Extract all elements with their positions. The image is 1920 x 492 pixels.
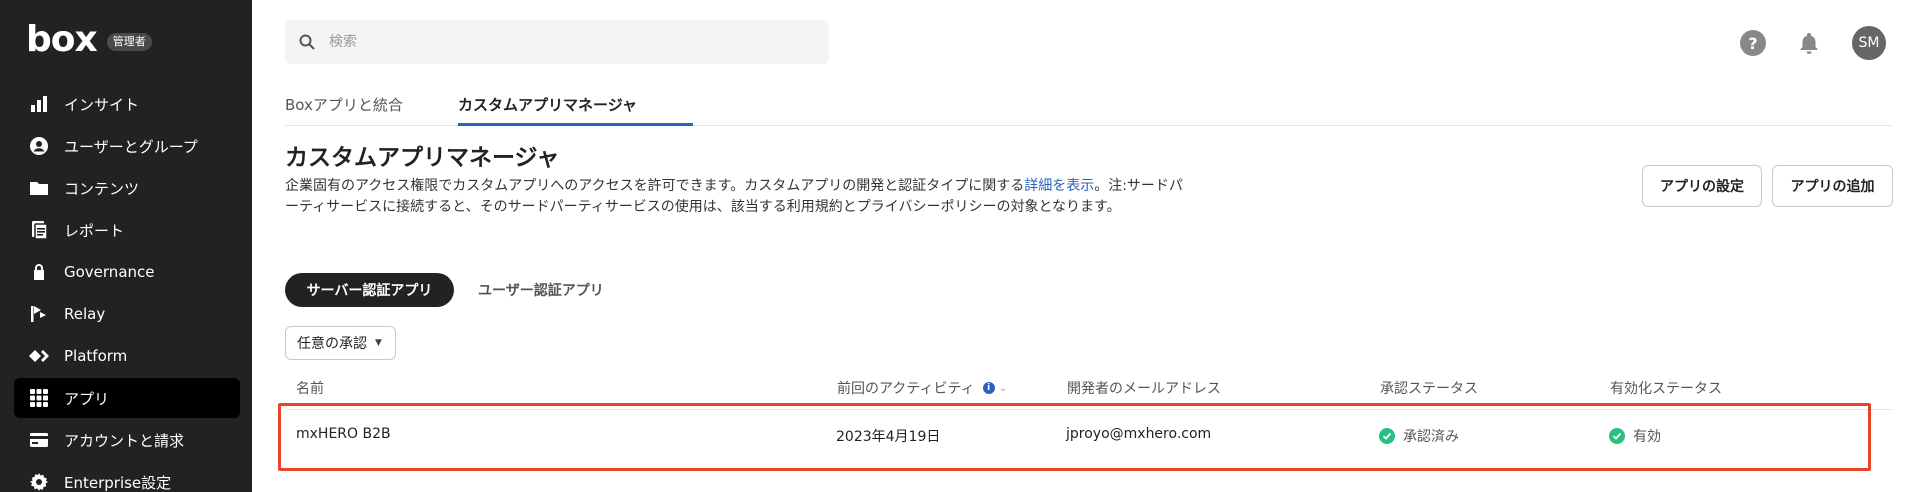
gear-icon xyxy=(28,471,50,492)
column-label: 承認ステータス xyxy=(1380,381,1478,397)
sidebar-item-label: アカウントと請求 xyxy=(64,431,185,450)
approval-dropdown[interactable]: 任意の承認 ▼ xyxy=(285,326,396,360)
apps-grid-icon xyxy=(28,387,50,409)
insights-icon xyxy=(28,93,50,115)
sidebar-item-insights[interactable]: インサイト xyxy=(14,84,240,124)
sidebar-item-label: アプリ xyxy=(64,389,110,408)
sidebar-item-label: レポート xyxy=(64,221,125,240)
sort-chevron-icon[interactable]: ⌄ xyxy=(999,383,1007,394)
credit-card-icon xyxy=(28,429,50,451)
column-label: 名前 xyxy=(296,381,324,397)
lock-icon xyxy=(28,261,50,283)
add-app-button[interactable]: アプリの追加 xyxy=(1772,165,1893,207)
description-text: 企業固有のアクセス権限でカスタムアプリへのアクセスを許可できます。カスタムアプリ… xyxy=(285,178,1025,194)
help-icon[interactable]: ? xyxy=(1740,30,1766,56)
box-logo[interactable]: box xyxy=(26,22,98,58)
sidebar-item-label: Platform xyxy=(64,347,128,365)
sidebar-item-label: Enterprise設定 xyxy=(64,473,172,492)
sidebar-item-apps[interactable]: アプリ xyxy=(14,378,240,418)
app-settings-button[interactable]: アプリの設定 xyxy=(1642,165,1762,207)
active-tab-indicator xyxy=(458,123,693,126)
avatar[interactable]: SM xyxy=(1852,26,1886,60)
approval-dropdown-label: 任意の承認 xyxy=(297,336,367,352)
sidebar-item-content[interactable]: コンテンツ xyxy=(14,168,240,208)
logo-row: box 管理者 xyxy=(26,22,152,58)
server-auth-apps-filter[interactable]: サーバー認証アプリ xyxy=(285,273,454,307)
sidebar-item-label: コンテンツ xyxy=(64,179,140,198)
column-label: 有効化ステータス xyxy=(1610,381,1722,397)
sidebar-item-reports[interactable]: レポート xyxy=(14,210,240,250)
tab-box-apps-integrations[interactable]: Boxアプリと統合 xyxy=(285,94,403,129)
column-header-approval-status[interactable]: 承認ステータス xyxy=(1380,378,1478,398)
notification-bell-icon[interactable] xyxy=(1796,30,1822,56)
sidebar-item-governance[interactable]: Governance xyxy=(14,252,240,292)
sidebar-item-label: インサイト xyxy=(64,95,140,114)
caret-down-icon: ▼ xyxy=(375,338,382,348)
relay-icon xyxy=(28,303,50,325)
row-highlight-box xyxy=(278,403,1871,471)
sidebar-item-relay[interactable]: Relay xyxy=(14,294,240,334)
user-icon xyxy=(28,135,50,157)
tab-bar: Boxアプリと統合 カスタムアプリマネージャ xyxy=(285,88,1892,126)
column-label: 開発者のメールアドレス xyxy=(1067,381,1221,397)
top-icons: ? SM xyxy=(1740,26,1886,60)
folder-icon xyxy=(28,177,50,199)
admin-badge: 管理者 xyxy=(106,33,152,51)
sidebar-item-users-groups[interactable]: ユーザーとグループ xyxy=(14,126,240,166)
sidebar-item-label: ユーザーとグループ xyxy=(64,137,198,156)
sidebar-item-account-billing[interactable]: アカウントと請求 xyxy=(14,420,240,460)
search-input[interactable] xyxy=(329,34,809,50)
sidebar-item-label: Relay xyxy=(64,305,106,323)
page-title: カスタムアプリマネージャ xyxy=(285,145,560,171)
search-icon xyxy=(299,34,315,50)
sidebar-item-platform[interactable]: Platform xyxy=(14,336,240,376)
sidebar-nav: インサイト ユーザーとグループ コンテンツ レポート Governance Re… xyxy=(14,84,240,492)
user-auth-apps-filter[interactable]: ユーザー認証アプリ xyxy=(478,280,604,300)
column-header-developer-email[interactable]: 開発者のメールアドレス xyxy=(1067,378,1221,398)
page-description: 企業固有のアクセス権限でカスタムアプリへのアクセスを許可できます。カスタムアプリ… xyxy=(285,176,1195,218)
search-bar[interactable] xyxy=(285,20,829,64)
column-header-name[interactable]: 名前 xyxy=(296,378,324,398)
details-link[interactable]: 詳細を表示 xyxy=(1024,178,1094,194)
sidebar-item-label: Governance xyxy=(64,263,155,281)
column-label: 前回のアクティビティ xyxy=(837,381,975,397)
column-header-last-activity[interactable]: 前回のアクティビティ i ⌄ xyxy=(837,378,1007,398)
column-header-enable-status[interactable]: 有効化ステータス xyxy=(1610,378,1722,398)
report-icon xyxy=(28,219,50,241)
info-icon[interactable]: i xyxy=(982,382,995,394)
sidebar: box 管理者 インサイト ユーザーとグループ コンテンツ レポート Gover… xyxy=(0,0,252,492)
platform-icon xyxy=(28,345,50,367)
sidebar-item-enterprise-settings[interactable]: Enterprise設定 xyxy=(14,462,240,492)
